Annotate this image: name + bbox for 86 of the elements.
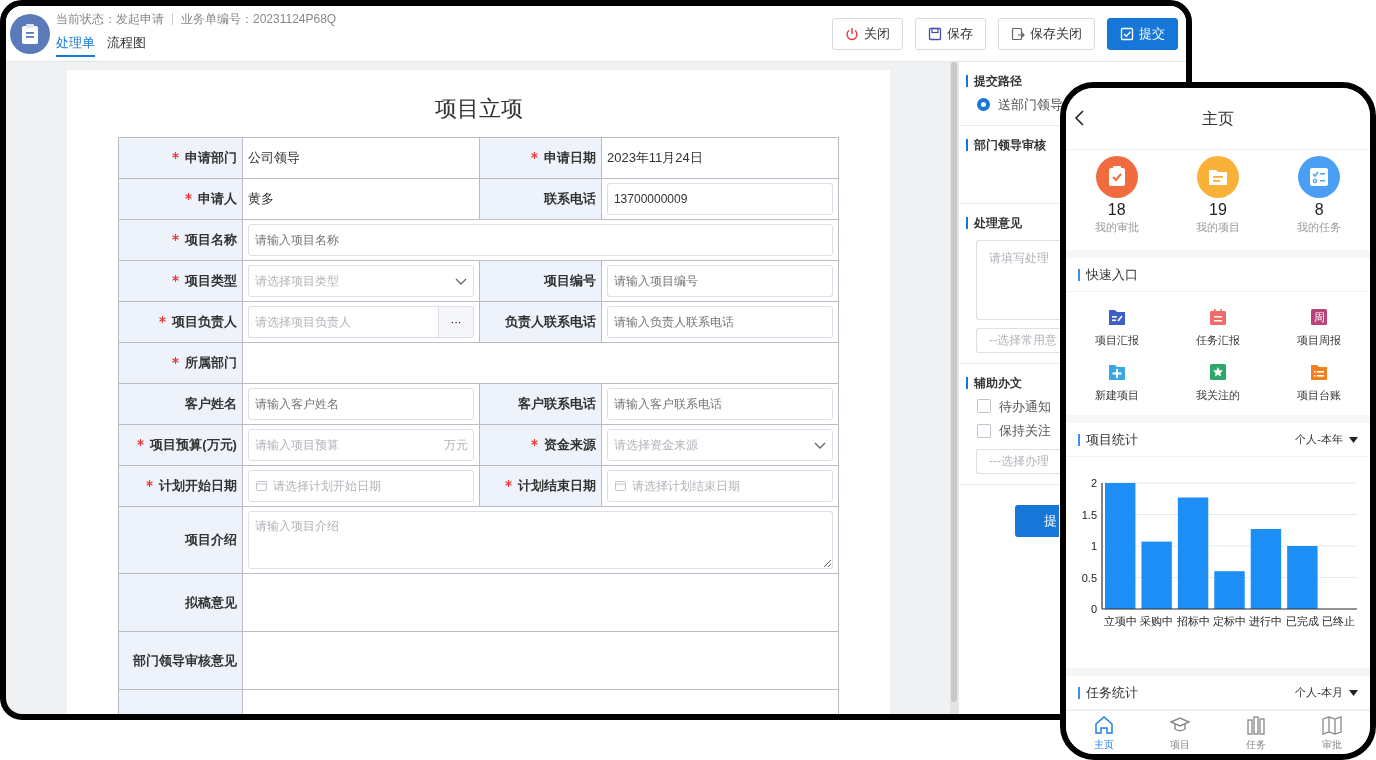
axis-tick-label: 2 (1090, 477, 1097, 489)
stat-value: 8 (1314, 200, 1324, 220)
shortcut-item[interactable]: 我关注的 (1167, 352, 1269, 407)
field-label: 联系电话 (543, 191, 596, 207)
screen-title: 主页 (1202, 108, 1234, 129)
input-field[interactable]: 请输入项目名称 (247, 224, 833, 256)
form-title: 项目立项 (433, 95, 524, 123)
axis-tick-label: 1 (1090, 540, 1097, 552)
field-value: 公司领导 (247, 150, 300, 166)
axis-category-label: 立项中 (1103, 615, 1137, 627)
field-label: 负责人联系电话 (504, 314, 596, 330)
submit-button[interactable]: 提 (1015, 504, 1059, 537)
status-text: 当前状态：发起申请 (56, 10, 164, 28)
stat-value: 19 (1209, 200, 1227, 220)
field-label: 项目预算(万元) (150, 437, 237, 453)
field-label: 所属部门 (184, 355, 237, 371)
input-field[interactable]: 请输入客户姓名 (247, 388, 475, 420)
section-title: 提交路径 (974, 73, 1022, 90)
field-label: 申请人 (197, 191, 237, 207)
axis-category-label: 定标中 (1213, 615, 1246, 627)
close-button[interactable]: 关闭 (832, 17, 903, 50)
tab[interactable]: 流程图 (107, 30, 146, 58)
field-label: 部门领导审核意见 (132, 652, 237, 668)
section-title: 任务统计 (1086, 683, 1138, 702)
input-field[interactable]: 请输入客户联系电话 (606, 388, 833, 420)
shortcut-item[interactable]: 周 项目周报 (1268, 298, 1370, 353)
field-label: 客户联系电话 (517, 396, 596, 412)
shortcut-item[interactable]: 项目汇报 (1066, 298, 1168, 353)
field-label: 项目名称 (184, 232, 237, 248)
field-label: 计划开始日期 (158, 478, 237, 494)
filter-dropdown[interactable]: 个人-本月 (1295, 684, 1358, 701)
save-close-button[interactable]: 保存关闭 (998, 17, 1095, 50)
unit-label: 万元 (444, 438, 469, 452)
axis-category-label: 进行中 (1249, 615, 1283, 627)
shortcut-item[interactable]: 项目台账 (1268, 352, 1370, 407)
section-title: 快速入口 (1086, 265, 1138, 284)
axis-tick-label: 1.5 (1081, 508, 1097, 521)
field-label: 项目编号 (543, 273, 596, 289)
tab-bar-item[interactable]: 主页 (1066, 711, 1142, 754)
axis-category-label: 采购中 (1140, 615, 1174, 627)
section-title: 辅助办文 (974, 374, 1022, 392)
save-button[interactable]: 保存 (915, 17, 986, 50)
submit-button[interactable]: 提交 (1107, 17, 1178, 50)
weekly-icon: 周 (1310, 308, 1329, 326)
textarea-field[interactable]: 请输入项目介绍 (247, 511, 833, 569)
date-field[interactable]: 请选择计划开始日期 (247, 470, 475, 502)
picker-field[interactable]: 请选择项目负责人 (247, 306, 439, 338)
checkbox-label: 待办通知 (999, 397, 1051, 416)
tab-bar-item[interactable]: 任务 (1218, 711, 1294, 754)
section-title: 项目统计 (1086, 430, 1138, 449)
axis-tick-label: 0 (1090, 603, 1097, 615)
date-field[interactable]: 请选择计划结束日期 (606, 470, 833, 502)
field-label: 申请日期 (543, 150, 596, 166)
axis-category-label: 已终止 (1322, 615, 1356, 627)
stat-label: 我的项目 (1196, 220, 1240, 236)
section-title: 处理意见 (974, 214, 1022, 232)
field-label: 资金来源 (543, 437, 596, 453)
input-field[interactable]: 请输入项目编号 (606, 265, 833, 297)
field-value: 2023年11月24日 (606, 150, 703, 166)
shortcut-item[interactable]: 任务汇报 (1167, 298, 1269, 353)
field-label: 客户姓名 (184, 396, 237, 412)
field-label: 拟稿意见 (184, 594, 237, 610)
field-label: 计划结束日期 (517, 478, 596, 494)
axis-tick-label: 0.5 (1081, 571, 1097, 584)
stat-label: 我的任务 (1297, 220, 1342, 236)
tab-bar-item[interactable]: 审批 (1294, 711, 1370, 754)
tab-bar-item[interactable]: 项目 (1142, 711, 1218, 754)
more-button[interactable]: ··· (438, 306, 475, 338)
filter-dropdown[interactable]: 个人-本年 (1295, 431, 1358, 448)
radio-label: 送部门领导 (998, 96, 1063, 114)
section-title: 部门领导审核 (974, 136, 1046, 154)
field-label: 项目负责人 (171, 314, 237, 330)
stat-value: 18 (1107, 200, 1126, 220)
order-number: 业务单编号：20231124P68Q (181, 10, 337, 28)
field-label: 项目介绍 (184, 532, 237, 548)
field-label: 项目类型 (184, 273, 237, 289)
axis-category-label: 已完成 (1285, 615, 1319, 627)
shortcut-item[interactable]: 新建项目 (1066, 352, 1168, 407)
input-field[interactable]: 13700000009 (606, 183, 833, 215)
stat-label: 我的审批 (1094, 220, 1139, 236)
field-label: 申请部门 (184, 150, 237, 166)
field-value: 黄多 (247, 191, 274, 207)
checkbox-label: 保持关注 (999, 422, 1051, 440)
tab[interactable]: 处理单 (56, 30, 95, 58)
axis-category-label: 招标中 (1176, 615, 1210, 627)
input-field[interactable]: 请输入负责人联系电话 (606, 306, 833, 338)
